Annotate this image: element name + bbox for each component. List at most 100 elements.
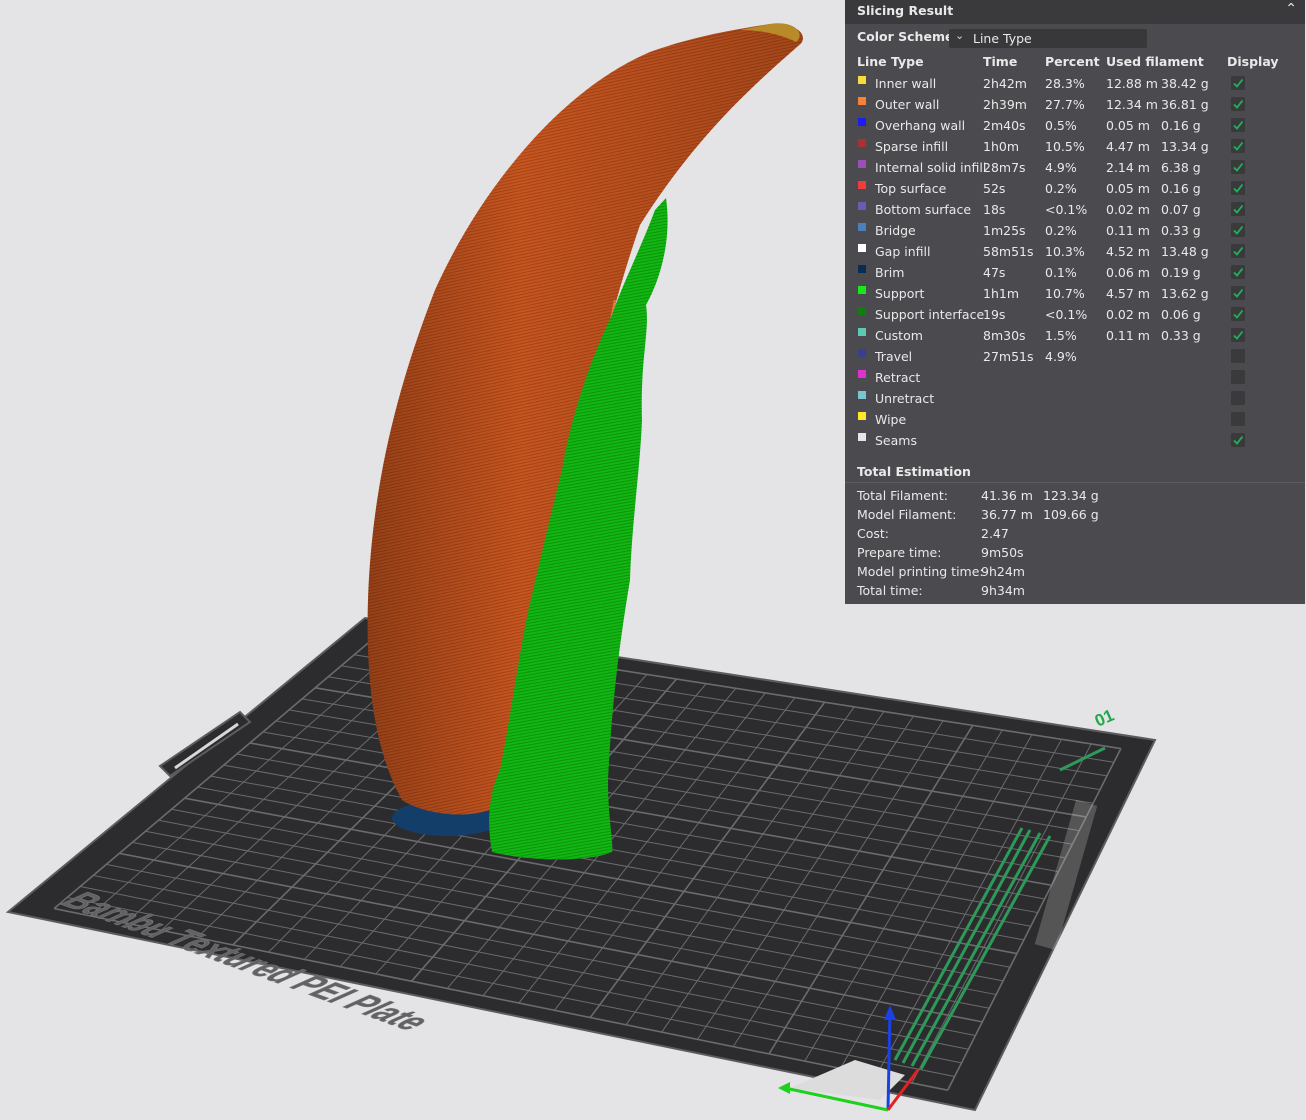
line-type-percent: 0.2% [1045,223,1077,238]
line-type-row: Overhang wall 2m40s 0.5% 0.05 m 0.16 g [845,116,1305,137]
color-scheme-dropdown[interactable]: ⌄ Line Type [949,29,1147,48]
line-type-row: Travel 27m51s 4.9% [845,347,1305,368]
display-checkbox[interactable] [1231,286,1245,300]
check-icon [1233,183,1244,193]
display-checkbox[interactable] [1231,97,1245,111]
line-type-time: 27m51s [983,349,1034,364]
display-checkbox[interactable] [1231,76,1245,90]
chevron-down-icon: ⌄ [955,29,965,42]
check-icon [1233,78,1244,88]
line-type-length: 0.02 m [1106,202,1150,217]
line-type-row: Outer wall 2h39m 27.7% 12.34 m 36.81 g [845,95,1305,116]
line-type-weight: 13.34 g [1161,139,1209,154]
check-icon [1233,99,1244,109]
line-type-percent: 1.5% [1045,328,1077,343]
display-checkbox[interactable] [1231,433,1245,447]
line-type-time: 58m51s [983,244,1034,259]
line-type-time: 18s [983,202,1006,217]
line-type-name: Custom [875,328,923,343]
line-type-percent: <0.1% [1045,202,1088,217]
display-checkbox[interactable] [1231,391,1245,405]
line-type-percent: 4.9% [1045,349,1077,364]
total-label: Total Filament: [857,488,948,503]
display-checkbox[interactable] [1231,181,1245,195]
color-swatch [858,349,866,357]
display-checkbox[interactable] [1231,244,1245,258]
total-row: Cost: 2.47 [845,525,1305,544]
line-type-name: Sparse infill [875,139,949,154]
check-icon [1233,435,1244,445]
line-type-row: Bridge 1m25s 0.2% 0.11 m 0.33 g [845,221,1305,242]
line-type-time: 2m40s [983,118,1026,133]
line-type-percent: 0.5% [1045,118,1077,133]
line-type-name: Travel [875,349,913,364]
total-label: Model Filament: [857,507,957,522]
line-type-name: Overhang wall [875,118,966,133]
panel-title: Slicing Result [857,3,954,18]
line-type-time: 19s [983,307,1006,322]
color-swatch [858,307,866,315]
line-type-weight: 36.81 g [1161,97,1209,112]
plate-number: 01 [1092,706,1117,731]
display-checkbox[interactable] [1231,160,1245,174]
color-swatch [858,181,866,189]
total-row: Model Filament: 36.77 m 109.66 g [845,506,1305,525]
total-value: 36.77 m [981,507,1033,522]
line-type-length: 4.47 m [1106,139,1150,154]
display-checkbox[interactable] [1231,412,1245,426]
line-type-time: 28m7s [983,160,1026,175]
total-label: Cost: [857,526,890,541]
total-label: Prepare time: [857,545,942,560]
color-swatch [858,370,866,378]
color-swatch [858,139,866,147]
total-row: Total time: 9h34m [845,582,1305,601]
check-icon [1233,162,1244,172]
display-checkbox[interactable] [1231,265,1245,279]
line-type-length: 4.52 m [1106,244,1150,259]
color-swatch [858,76,866,84]
line-type-row: Bottom surface 18s <0.1% 0.02 m 0.07 g [845,200,1305,221]
line-type-weight: 0.33 g [1161,328,1201,343]
line-type-length: 0.11 m [1106,223,1150,238]
display-checkbox[interactable] [1231,139,1245,153]
line-type-name: Internal solid infill [875,160,987,175]
line-type-name: Gap infill [875,244,931,259]
check-icon [1233,309,1244,319]
display-checkbox[interactable] [1231,223,1245,237]
line-type-percent: 27.7% [1045,97,1085,112]
total-label: Total time: [857,583,923,598]
display-checkbox[interactable] [1231,370,1245,384]
color-swatch [858,286,866,294]
check-icon [1233,246,1244,256]
line-type-weight: 13.62 g [1161,286,1209,301]
display-checkbox[interactable] [1231,202,1245,216]
line-type-name: Support interface [875,307,985,322]
line-type-weight: 0.19 g [1161,265,1201,280]
total-value-secondary: 109.66 g [1043,507,1099,522]
line-type-length: 0.11 m [1106,328,1150,343]
total-value: 2.47 [981,526,1009,541]
line-type-length: 0.05 m [1106,181,1150,196]
display-checkbox[interactable] [1231,328,1245,342]
line-type-weight: 0.06 g [1161,307,1201,322]
line-type-row: Unretract [845,389,1305,410]
line-type-row: Brim 47s 0.1% 0.06 m 0.19 g [845,263,1305,284]
line-type-time: 47s [983,265,1006,280]
collapse-icon[interactable]: ⌃ [1285,1,1297,17]
line-type-weight: 38.42 g [1161,76,1209,91]
display-checkbox[interactable] [1231,118,1245,132]
total-value-secondary: 123.34 g [1043,488,1099,503]
line-type-name: Brim [875,265,905,280]
color-swatch [858,265,866,273]
display-checkbox[interactable] [1231,307,1245,321]
check-icon [1233,267,1244,277]
display-checkbox[interactable] [1231,349,1245,363]
header-percent: Percent [1045,54,1100,69]
total-value: 9m50s [981,545,1024,560]
color-swatch [858,160,866,168]
check-icon [1233,141,1244,151]
line-type-length: 0.05 m [1106,118,1150,133]
line-type-row: Support 1h1m 10.7% 4.57 m 13.62 g [845,284,1305,305]
line-type-weight: 0.33 g [1161,223,1201,238]
line-type-weight: 0.16 g [1161,181,1201,196]
